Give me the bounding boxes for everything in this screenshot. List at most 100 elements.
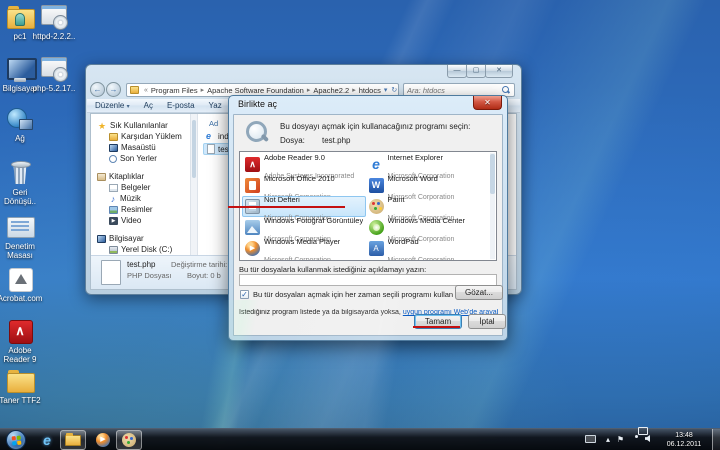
acrobat-icon: [5, 266, 35, 292]
always-use-checkbox-row[interactable]: ✓ Bu tür dosyaları açmak için her zaman …: [240, 290, 453, 299]
sidebar-scrollbar[interactable]: [190, 114, 198, 255]
sidebar-item-videos[interactable]: ▶Video: [91, 215, 187, 226]
taskbar-item-explorer[interactable]: [60, 430, 86, 450]
sidebar-item-disk-c[interactable]: Yerel Disk (C:): [91, 244, 187, 255]
search-icon: [501, 85, 511, 95]
toolbar-item-ac[interactable]: Aç: [144, 101, 153, 110]
search-input[interactable]: [404, 86, 501, 95]
device-tray-icon[interactable]: [585, 435, 596, 443]
documents-icon: [109, 184, 118, 192]
sidebar-item-documents[interactable]: Belgeler: [91, 182, 187, 193]
desktop-icon-network[interactable]: Ağ: [0, 106, 44, 143]
sidebar-group-libraries[interactable]: Kitaplıklar: [91, 171, 187, 182]
breadcrumb-dropdown-icon[interactable]: ▾: [382, 86, 390, 94]
dialog-close-button[interactable]: ✕: [473, 96, 502, 110]
show-desktop-button[interactable]: [712, 429, 720, 450]
breadcrumb-segment[interactable]: htdocs: [358, 86, 382, 95]
forward-button[interactable]: →: [106, 82, 121, 97]
chevron-down-icon: ▾: [127, 104, 130, 110]
program-list-scrollbar[interactable]: [490, 153, 495, 259]
cancel-button[interactable]: İptal: [468, 314, 506, 329]
file-label: Dosya:: [280, 136, 305, 145]
browse-button[interactable]: Gözat...: [455, 285, 503, 300]
refresh-icon[interactable]: ↻: [389, 86, 399, 94]
sidebar-group-favorites[interactable]: ★Sık Kullanılanlar: [91, 120, 187, 131]
recent-places-icon: [109, 155, 117, 163]
paint-icon: [122, 433, 136, 447]
desktop-icon-recycle-bin[interactable]: Geri Dönüşü..: [0, 160, 44, 206]
scrollbar-thumb[interactable]: [490, 154, 495, 194]
checkbox-label: Bu tür dosyaları açmak için her zaman se…: [253, 290, 453, 299]
recycle-bin-icon: [5, 160, 35, 186]
downloads-icon: [109, 133, 118, 141]
chevron-right-icon: ▸: [305, 86, 313, 94]
taskbar-item-internet-explorer[interactable]: e: [34, 430, 60, 450]
taskbar: e ▶ ▴ ⚑ 13:48 06.12.2011: [0, 428, 720, 450]
paint-icon: [369, 199, 384, 214]
html-file-icon: e: [206, 132, 215, 141]
computer-icon: [97, 235, 106, 243]
desktop-icon-label: Taner TTF2: [0, 396, 44, 405]
desktop-icon-label: php-5.2.17..: [30, 84, 78, 93]
internet-explorer-icon: e: [43, 432, 51, 448]
close-button[interactable]: ✕: [485, 65, 513, 78]
window-controls: — ▢ ✕: [448, 65, 513, 78]
program-item-media-player[interactable]: Windows Media PlayerMicrosoft Corporatio…: [242, 238, 366, 259]
checkbox-checked-icon[interactable]: ✓: [240, 290, 249, 299]
sidebar-item-music[interactable]: ♪Müzik: [91, 193, 187, 204]
start-button[interactable]: [6, 430, 26, 450]
details-size: Boyut: 0 b: [187, 271, 221, 280]
breadcrumb-segment[interactable]: Apache Software Foundation: [206, 86, 305, 95]
toolbar-item-yaz[interactable]: Yaz: [209, 101, 222, 110]
program-item-wordpad[interactable]: WordPadMicrosoft Corporation: [366, 238, 490, 259]
desktop-icon-label: Adobe Reader 9: [0, 346, 44, 364]
sidebar-item-recent[interactable]: Son Yerler: [91, 153, 187, 164]
taskbar-clock[interactable]: 13:48 06.12.2011: [660, 431, 708, 449]
taskbar-item-media-player[interactable]: ▶: [90, 430, 116, 450]
breadcrumb-segment[interactable]: Program Files: [150, 86, 199, 95]
file-name: test.php: [322, 136, 350, 145]
action-center-flag-icon[interactable]: ⚑: [617, 435, 624, 445]
volume-tray-icon[interactable]: [645, 435, 650, 442]
desktop-icon-taner-folder[interactable]: Taner TTF2: [0, 368, 44, 405]
toolbar-item-eposta[interactable]: E-posta: [167, 101, 195, 110]
video-icon: ▶: [109, 217, 118, 225]
maximize-button[interactable]: ▢: [466, 65, 486, 78]
column-header-name[interactable]: Ad: [209, 119, 218, 128]
media-player-icon: [245, 241, 260, 256]
desktop-icon-httpd-installer[interactable]: httpd-2.2.2..: [30, 4, 78, 41]
word-icon: [369, 178, 384, 193]
installer-icon: [39, 56, 69, 82]
star-icon: ★: [97, 122, 107, 130]
desktop: pc1 httpd-2.2.2.. Bilgisayar php-5.2.17.…: [0, 0, 720, 450]
user-badge-icon: [15, 13, 25, 26]
dialog-content: Bu dosyayı açmak için kullanacağınız pro…: [233, 114, 503, 336]
desktop-icon-label: Acrobat.com: [0, 294, 44, 303]
chevron-right-icon: ▸: [199, 86, 207, 94]
installer-icon: [39, 4, 69, 30]
annotation-underline-ok: [413, 326, 460, 328]
scrollbar-thumb[interactable]: [192, 120, 196, 178]
sidebar-item-downloads[interactable]: Karşıdan Yüklem: [91, 131, 187, 142]
desktop-icon-acrobat[interactable]: Acrobat.com: [0, 266, 44, 303]
toolbar-item-duzenle[interactable]: Düzenle ▾: [95, 101, 130, 110]
desktop-icon-adobe-reader[interactable]: Adobe Reader 9: [0, 318, 44, 364]
minimize-button[interactable]: —: [447, 65, 467, 78]
details-file-name: test.php: [127, 260, 155, 269]
taskbar-item-paint[interactable]: [116, 430, 142, 450]
folder-icon: [5, 368, 35, 394]
desktop-icon-php-installer[interactable]: php-5.2.17..: [30, 56, 78, 93]
sidebar-item-pictures[interactable]: Resimler: [91, 204, 187, 215]
sidebar-item-desktop[interactable]: Masaüstü: [91, 142, 187, 153]
php-file-icon: [207, 144, 215, 154]
network-icon: [5, 106, 35, 132]
sidebar-group-computer[interactable]: Bilgisayar: [91, 233, 187, 244]
show-hidden-icons[interactable]: ▴: [606, 435, 610, 445]
breadcrumb-segment[interactable]: Apache2.2: [312, 86, 350, 95]
wordpad-icon: [369, 241, 384, 256]
open-with-dialog: Birlikte aç ✕ Bu dosyayı açmak için kull…: [228, 95, 508, 341]
desktop-icon-label: Ağ: [0, 134, 44, 143]
back-button[interactable]: ←: [90, 82, 105, 97]
folder-icon: [130, 86, 139, 94]
desktop-icon-control-panel[interactable]: Denetim Masası: [0, 214, 44, 260]
